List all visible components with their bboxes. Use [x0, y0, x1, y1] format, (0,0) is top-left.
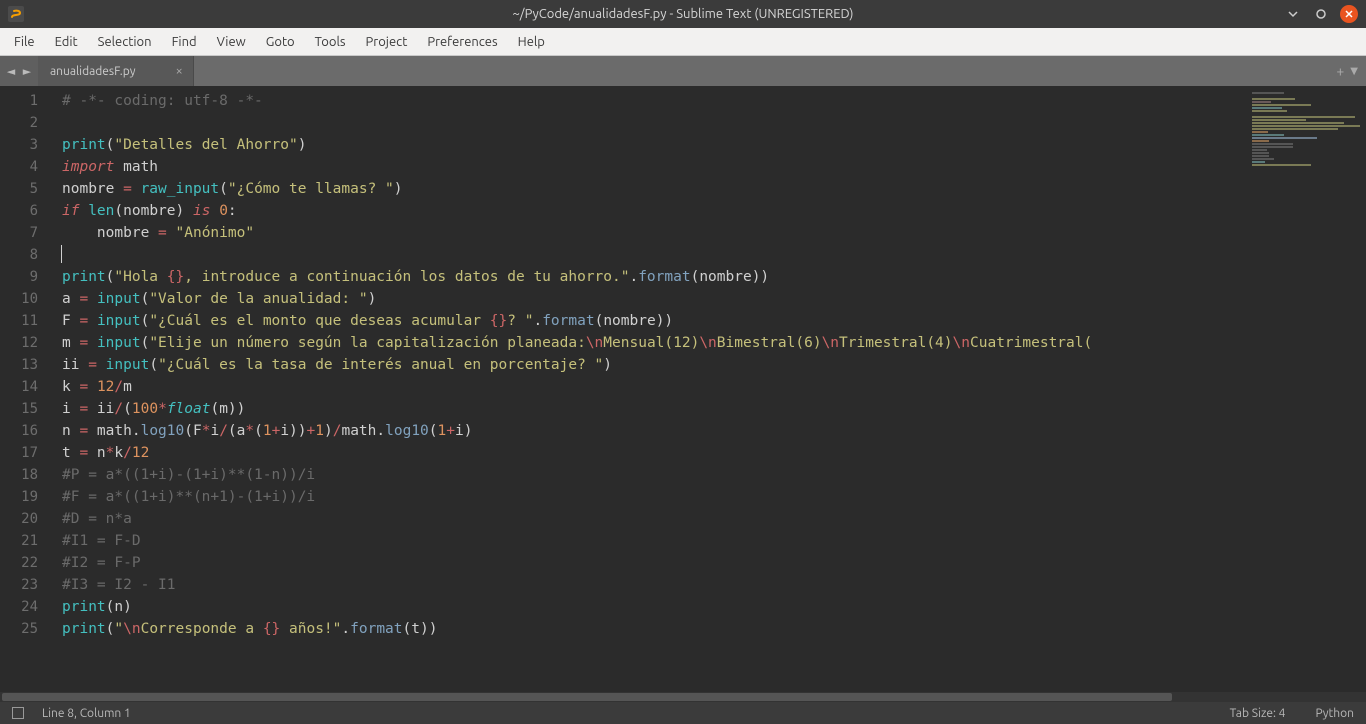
maximize-button[interactable] — [1312, 5, 1330, 23]
tab-nav-next-icon[interactable]: ► — [20, 62, 34, 80]
line-number: 20 — [0, 508, 38, 530]
tab-nav-prev-icon[interactable]: ◄ — [4, 62, 18, 80]
window-controls — [1284, 5, 1358, 23]
tab-close-icon[interactable]: × — [176, 64, 183, 78]
line-gutter: 1 2 3 4 5 6 7 8 9 10 11 12 13 14 15 16 1… — [0, 86, 50, 692]
editor-area: 1 2 3 4 5 6 7 8 9 10 11 12 13 14 15 16 1… — [0, 86, 1366, 692]
line-number: 18 — [0, 464, 38, 486]
line-number: 8 — [0, 244, 38, 266]
line-number: 16 — [0, 420, 38, 442]
line-number: 15 — [0, 398, 38, 420]
new-tab-icon[interactable]: + — [1336, 63, 1344, 79]
line-number: 14 — [0, 376, 38, 398]
line-number: 12 — [0, 332, 38, 354]
line-number: 2 — [0, 112, 38, 134]
statusbar: Line 8, Column 1 Tab Size: 4 Python — [0, 702, 1366, 724]
status-tab-size[interactable]: Tab Size: 4 — [1230, 707, 1286, 720]
tab-menu-icon[interactable]: ▼ — [1350, 65, 1358, 77]
tab-nav: ◄ ► — [0, 56, 38, 86]
line-number: 13 — [0, 354, 38, 376]
menu-edit[interactable]: Edit — [45, 31, 88, 53]
status-syntax[interactable]: Python — [1315, 707, 1354, 720]
line-number: 11 — [0, 310, 38, 332]
close-button[interactable] — [1340, 5, 1358, 23]
tabbar-right: + ▼ — [1328, 56, 1366, 86]
tabbar: ◄ ► anualidadesF.py × + ▼ — [0, 56, 1366, 86]
line-number: 4 — [0, 156, 38, 178]
line-number: 5 — [0, 178, 38, 200]
line-number: 24 — [0, 596, 38, 618]
line-number: 1 — [0, 90, 38, 112]
line-number: 7 — [0, 222, 38, 244]
window-titlebar: ~/PyCode/anualidadesF.py - Sublime Text … — [0, 0, 1366, 28]
line-number: 3 — [0, 134, 38, 156]
line-number: 25 — [0, 618, 38, 640]
line-number: 21 — [0, 530, 38, 552]
menu-find[interactable]: Find — [162, 31, 207, 53]
line-number: 9 — [0, 266, 38, 288]
minimap-content — [1252, 92, 1360, 167]
line-number: 22 — [0, 552, 38, 574]
code-editor[interactable]: # -*- coding: utf-8 -*- print("Detalles … — [50, 86, 1246, 692]
line-number: 23 — [0, 574, 38, 596]
line-number: 10 — [0, 288, 38, 310]
line-number: 17 — [0, 442, 38, 464]
panel-switch-icon[interactable] — [12, 707, 24, 719]
line-number: 6 — [0, 200, 38, 222]
horizontal-scrollbar[interactable] — [0, 692, 1366, 702]
menu-goto[interactable]: Goto — [256, 31, 305, 53]
minimap[interactable] — [1246, 86, 1366, 692]
tab-active[interactable]: anualidadesF.py × — [38, 56, 194, 86]
minimize-button[interactable] — [1284, 5, 1302, 23]
line-number: 19 — [0, 486, 38, 508]
menubar: File Edit Selection Find View Goto Tools… — [0, 28, 1366, 56]
menu-file[interactable]: File — [4, 31, 45, 53]
window-title: ~/PyCode/anualidadesF.py - Sublime Text … — [512, 7, 853, 21]
status-position[interactable]: Line 8, Column 1 — [42, 707, 131, 720]
app-icon — [8, 6, 24, 22]
menu-project[interactable]: Project — [356, 31, 418, 53]
menu-help[interactable]: Help — [508, 31, 555, 53]
menu-selection[interactable]: Selection — [88, 31, 162, 53]
tab-label: anualidadesF.py — [50, 65, 136, 78]
menu-view[interactable]: View — [207, 31, 256, 53]
menu-preferences[interactable]: Preferences — [417, 31, 507, 53]
menu-tools[interactable]: Tools — [305, 31, 356, 53]
status-right: Tab Size: 4 Python — [1230, 707, 1354, 720]
scrollbar-thumb[interactable] — [2, 693, 1172, 701]
